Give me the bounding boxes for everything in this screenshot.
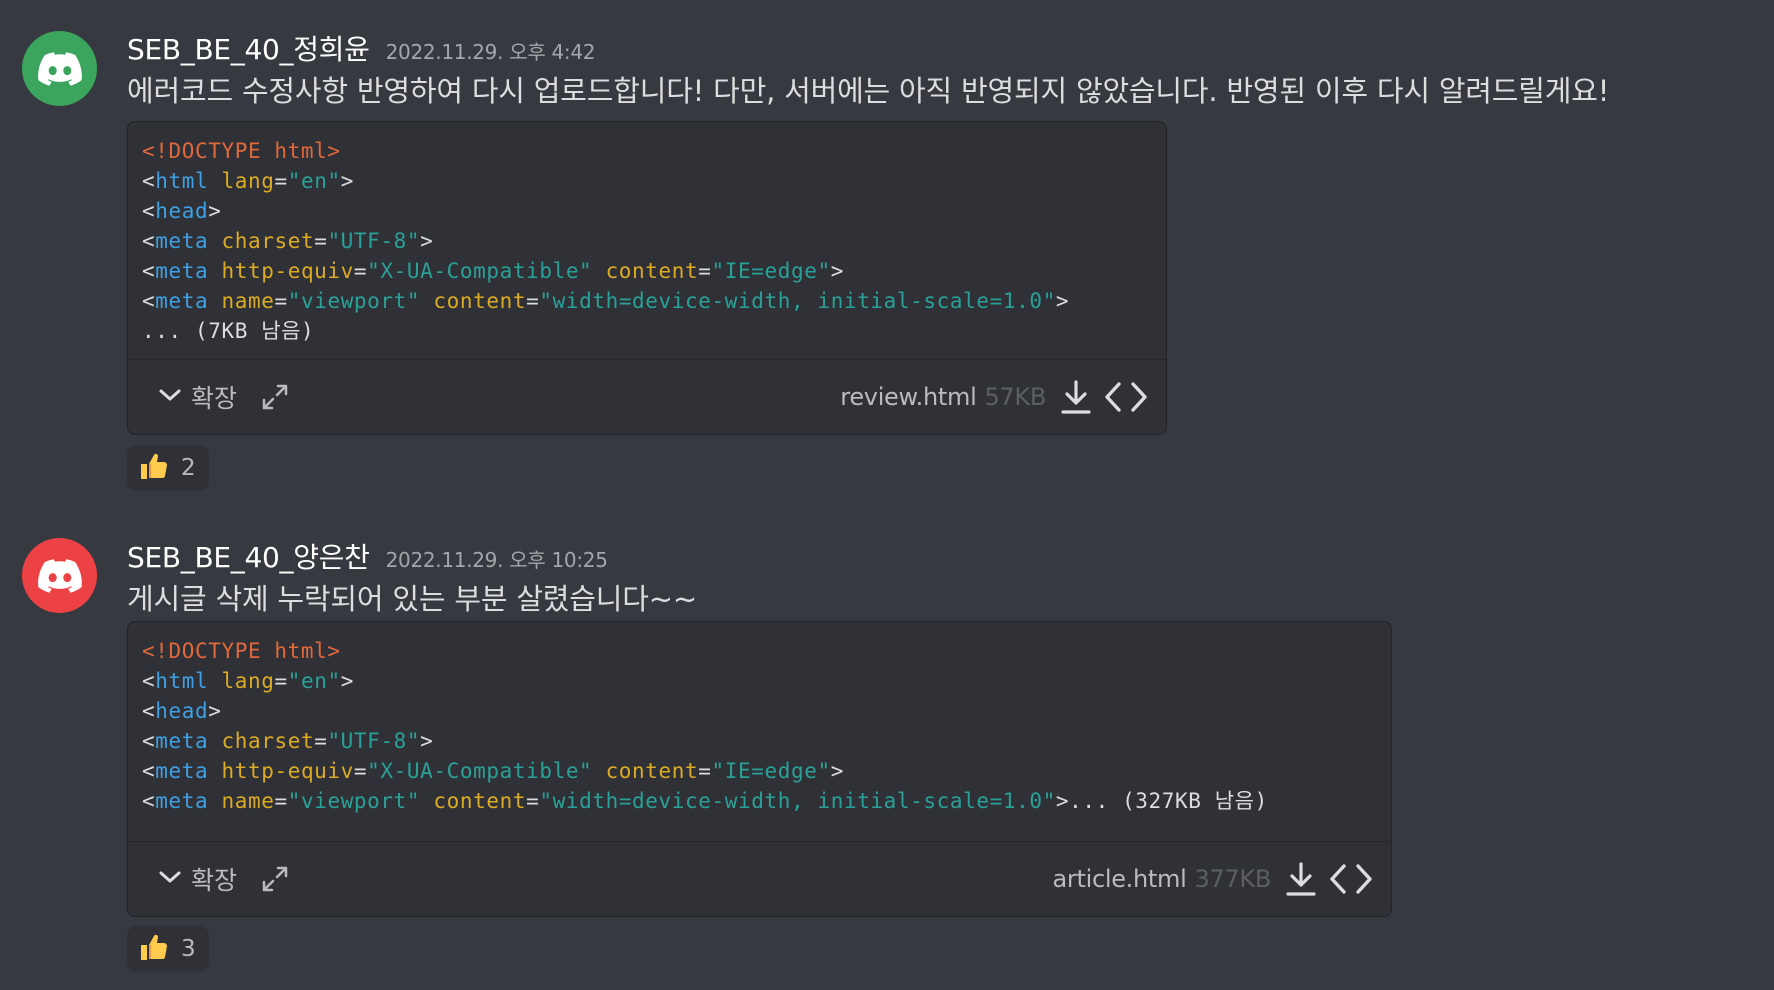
- file-size: 377KB: [1194, 865, 1271, 893]
- username[interactable]: SEB_BE_40_정희윤: [127, 28, 370, 68]
- file-preview-footer: 확장 article.html 377KB: [128, 841, 1391, 916]
- reaction-count: 3: [181, 936, 196, 962]
- file-size: 57KB: [984, 383, 1046, 411]
- code-line: <meta charset="UTF-8">: [142, 729, 434, 753]
- username[interactable]: SEB_BE_40_양은찬: [127, 536, 370, 576]
- code-line: <html lang="en">: [142, 669, 354, 693]
- code-line: <meta http-equiv="X-UA-Compatible" conte…: [142, 759, 844, 783]
- code-line: ... (7KB 남음): [142, 319, 315, 343]
- file-preview-footer: 확장 review.html 57KB: [128, 359, 1166, 434]
- download-icon[interactable]: [1060, 379, 1092, 415]
- thumbs-up-icon: [139, 932, 169, 966]
- reaction-count: 2: [181, 455, 196, 481]
- message-header: SEB_BE_40_정희윤 2022.11.29. 오후 4:42: [127, 28, 596, 68]
- fullscreen-icon[interactable]: [261, 865, 289, 893]
- view-source-icon[interactable]: [1104, 380, 1148, 414]
- message-header: SEB_BE_40_양은찬 2022.11.29. 오후 10:25: [127, 536, 608, 576]
- message-text: 게시글 삭제 누락되어 있는 부분 살렸습니다~~: [127, 582, 697, 616]
- avatar[interactable]: [22, 538, 97, 613]
- message-text: 에러코드 수정사항 반영하여 다시 업로드합니다! 다만, 서버에는 아직 반영…: [127, 74, 1610, 108]
- timestamp[interactable]: 2022.11.29. 오후 10:25: [386, 544, 608, 573]
- code-line: <meta name="viewport" content="width=dev…: [142, 789, 1268, 813]
- expand-label: 확장: [191, 866, 238, 895]
- reaction-button[interactable]: 2: [127, 445, 209, 491]
- expand-button[interactable]: 확장: [158, 861, 237, 897]
- file-name[interactable]: article.html: [1053, 865, 1187, 893]
- chevron-down-icon: [158, 869, 182, 889]
- reaction-button[interactable]: 3: [127, 926, 209, 972]
- discord-logo-icon: [37, 51, 82, 86]
- download-icon[interactable]: [1285, 861, 1317, 897]
- timestamp[interactable]: 2022.11.29. 오후 4:42: [386, 36, 596, 65]
- file-name[interactable]: review.html: [840, 383, 976, 411]
- code-line: <!DOCTYPE html>: [142, 139, 341, 163]
- code-line: <head>: [142, 199, 222, 223]
- code-preview: <!DOCTYPE html> <html lang="en"> <head> <me…: [128, 122, 1166, 346]
- code-line: <!DOCTYPE html>: [142, 639, 341, 663]
- code-line: <meta http-equiv="X-UA-Compatible" conte…: [142, 259, 844, 283]
- expand-button[interactable]: 확장: [158, 379, 237, 415]
- discord-logo-icon: [37, 558, 82, 593]
- code-preview: <!DOCTYPE html> <html lang="en"> <head> <me…: [128, 622, 1391, 816]
- file-preview: <!DOCTYPE html> <html lang="en"> <head> <me…: [127, 121, 1167, 435]
- code-line: <meta name="viewport" content="width=dev…: [142, 289, 1070, 313]
- file-preview: <!DOCTYPE html> <html lang="en"> <head> <me…: [127, 621, 1392, 917]
- chevron-down-icon: [158, 387, 182, 407]
- thumbs-up-icon: [139, 451, 169, 485]
- code-line: <head>: [142, 699, 222, 723]
- avatar[interactable]: [22, 31, 97, 106]
- code-line: <meta charset="UTF-8">: [142, 229, 434, 253]
- expand-label: 확장: [191, 384, 238, 413]
- code-line: <html lang="en">: [142, 169, 354, 193]
- view-source-icon[interactable]: [1329, 862, 1373, 896]
- fullscreen-icon[interactable]: [261, 383, 289, 411]
